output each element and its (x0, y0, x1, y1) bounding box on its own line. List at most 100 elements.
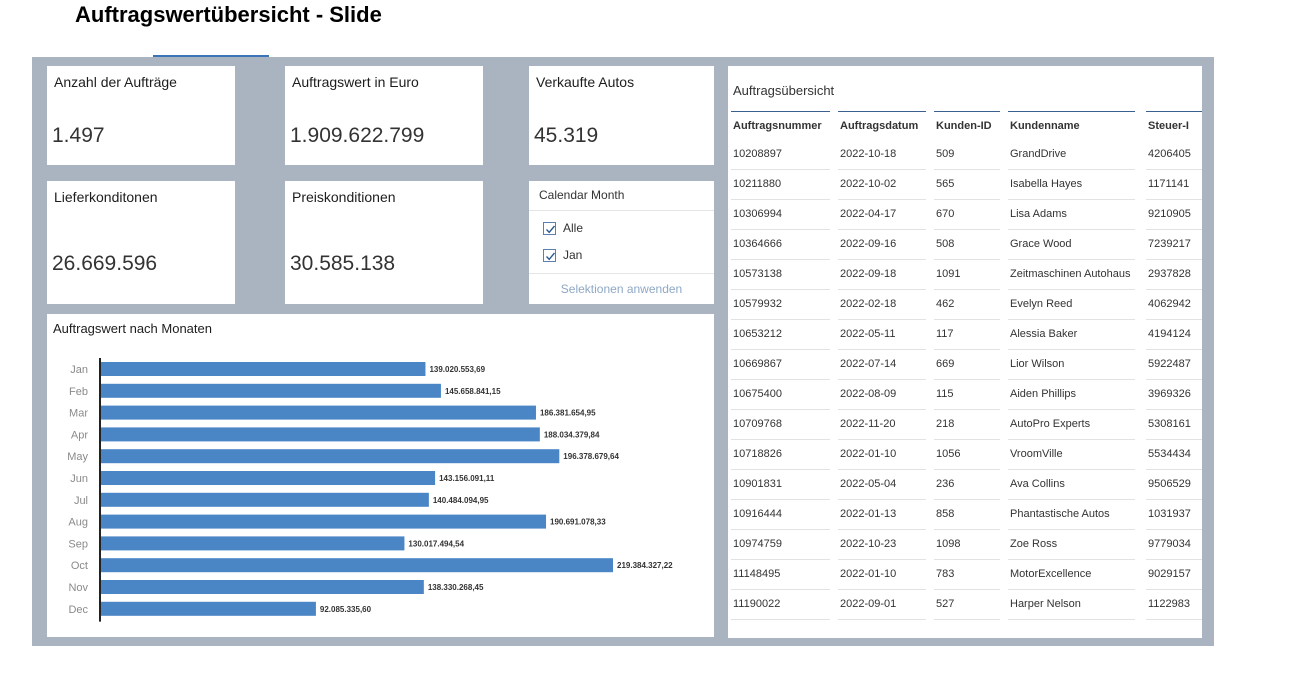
kpi-price-tile[interactable]: Preiskonditionen 30.585.138 (285, 181, 483, 304)
column-header[interactable]: Auftragsdatum (838, 111, 926, 136)
bar-aug[interactable] (101, 514, 547, 529)
table-cell: 10364666 (731, 230, 830, 260)
kpi-cars-sold-label: Verkaufte Autos (536, 74, 635, 90)
table-cell: 1171141 (1146, 170, 1202, 200)
table-cell: Harper Nelson (1008, 590, 1135, 620)
table-cell: Zoe Ross (1008, 530, 1135, 560)
table-cell: Grace Wood (1008, 230, 1135, 260)
table-row[interactable]: 10901831 2022-05-04 236 Ava Collins 9506529 (728, 470, 1202, 500)
calendar-month-filter[interactable]: Calendar Month Alle Jan Selektionen anwe… (529, 181, 714, 304)
bar-value-label: 145.658.841,15 (445, 387, 501, 396)
bar-feb[interactable] (101, 383, 441, 398)
table-row[interactable]: 10709768 2022-11-20 218 AutoPro Experts 5308… (728, 410, 1202, 440)
table-cell: Phantastische Autos (1008, 500, 1135, 530)
kpi-cars-sold-tile[interactable]: Verkaufte Autos 45.319 (529, 66, 714, 165)
apply-selections-button[interactable]: Selektionen anwenden (529, 282, 714, 296)
table-cell: Aiden Phillips (1008, 380, 1135, 410)
table-cell: 509 (934, 140, 1000, 170)
column-header[interactable]: Kundenname (1008, 111, 1135, 136)
category-label: Sep (68, 538, 88, 550)
bar-value-label: 140.484.094,95 (433, 496, 489, 505)
column-header[interactable]: Kunden-ID (934, 111, 1000, 136)
table-cell: 462 (934, 290, 1000, 320)
kpi-order-value-label: Auftragswert in Euro (292, 74, 419, 90)
filter-option-jan[interactable]: Jan (543, 248, 582, 262)
table-cell: 2022-04-17 (838, 200, 926, 230)
order-overview-table-tile[interactable]: Auftragsübersicht Auftragsnummer Auftrags… (728, 66, 1202, 638)
bar-jan[interactable] (101, 362, 426, 376)
bar-value-label: 143.156.091,11 (439, 474, 495, 483)
bar-nov[interactable] (101, 580, 424, 594)
bar-value-label: 92.085.335,60 (320, 605, 372, 614)
kpi-order-value-tile[interactable]: Auftragswert in Euro 1.909.622.799 (285, 66, 483, 165)
bar-apr[interactable] (101, 427, 540, 442)
bar-oct[interactable] (101, 558, 613, 573)
table-cell: VroomVille (1008, 440, 1135, 470)
table-cell: 2022-08-09 (838, 380, 926, 410)
bar-jun[interactable] (101, 471, 436, 485)
table-row[interactable]: 10208897 2022-10-18 509 GrandDrive 4206405 (728, 140, 1202, 170)
monthly-value-chart-tile[interactable]: Auftragswert nach Monaten Jan 139.020.553… (47, 314, 714, 637)
table-row[interactable]: 11190022 2022-09-01 527 Harper Nelson 112298… (728, 590, 1202, 620)
table-cell: 2022-01-13 (838, 500, 926, 530)
table-cell: 236 (934, 470, 1000, 500)
table-cell: Lior Wilson (1008, 350, 1135, 380)
filter-divider (529, 273, 714, 274)
bar-may[interactable] (101, 449, 560, 464)
table-cell: 1091 (934, 260, 1000, 290)
kpi-orders-value: 1.497 (52, 124, 105, 147)
kpi-cars-sold-value: 45.319 (534, 124, 599, 147)
filter-option-alle[interactable]: Alle (543, 221, 583, 235)
table-cell: 11148495 (731, 560, 830, 590)
kpi-order-value-value: 1.909.622.799 (290, 124, 425, 147)
table-row[interactable]: 10718826 2022-01-10 1056 VroomVille 5534434 (728, 440, 1202, 470)
table-row[interactable]: 10306994 2022-04-17 670 Lisa Adams 9210905 (728, 200, 1202, 230)
table-viewport[interactable]: Auftragsübersicht Auftragsnummer Auftrags… (728, 66, 1202, 638)
table-cell: 3969326 (1146, 380, 1202, 410)
table-cell: Evelyn Reed (1008, 290, 1135, 320)
story-page: Auftragswertübersicht - Slide Anzahl der… (0, 0, 1308, 677)
bar-value-label: 186.381.654,95 (540, 409, 596, 418)
kpi-delivery-value: 26.669.596 (52, 252, 158, 275)
table-row[interactable]: 10669867 2022-07-14 669 Lior Wilson 5922487 (728, 350, 1202, 380)
table-row[interactable]: 10916444 2022-01-13 858 Phantastische Autos… (728, 500, 1202, 530)
category-label: Mar (69, 408, 88, 420)
table-cell: 10669867 (731, 350, 830, 380)
table-cell: 10579932 (731, 290, 830, 320)
table-cell: Alessia Baker (1008, 320, 1135, 350)
table-cell: 2022-10-02 (838, 170, 926, 200)
table-title: Auftragsübersicht (733, 83, 835, 98)
table-cell: Isabella Hayes (1008, 170, 1135, 200)
table-cell: 4194124 (1146, 320, 1202, 350)
table-cell: 2022-09-18 (838, 260, 926, 290)
table-row[interactable]: 10364666 2022-09-16 508 Grace Wood 7239217 (728, 230, 1202, 260)
kpi-orders-tile[interactable]: Anzahl der Aufträge 1.497 (47, 66, 235, 165)
table-cell: 1098 (934, 530, 1000, 560)
category-label: Oct (71, 560, 88, 572)
table-cell: 2022-01-10 (838, 440, 926, 470)
table-row[interactable]: 10974759 2022-10-23 1098 Zoe Ross 9779034 (728, 530, 1202, 560)
table-row[interactable]: 10579932 2022-02-18 462 Evelyn Reed 4062942 (728, 290, 1202, 320)
table-row[interactable]: 10675400 2022-08-09 115 Aiden Phillips 39693… (728, 380, 1202, 410)
bar-jul[interactable] (101, 492, 429, 507)
bar-dec[interactable] (101, 601, 316, 616)
table-row[interactable]: 11148495 2022-01-10 783 MotorExcellence 9029… (728, 560, 1202, 590)
table-row[interactable]: 10653212 2022-05-11 117 Alessia Baker 419412… (728, 320, 1202, 350)
column-header[interactable]: Steuer-I (1146, 111, 1202, 136)
table-cell: 565 (934, 170, 1000, 200)
filter-divider (529, 210, 714, 211)
category-label: Dec (68, 604, 88, 616)
checkbox-checked-icon[interactable] (543, 248, 556, 262)
category-label: May (67, 451, 88, 463)
column-header[interactable]: Auftragsnummer (731, 111, 830, 136)
bar-sep[interactable] (101, 536, 405, 551)
table-cell: 2022-02-18 (838, 290, 926, 320)
kpi-delivery-tile[interactable]: Lieferkonditonen 26.669.596 (47, 181, 235, 304)
filter-option-label: Alle (563, 221, 584, 235)
checkbox-checked-icon[interactable] (543, 221, 556, 235)
table-row[interactable]: 10211880 2022-10-02 565 Isabella Hayes 11711… (728, 170, 1202, 200)
table-row[interactable]: 10573138 2022-09-18 1091 Zeitmaschinen Auto… (728, 260, 1202, 290)
table-cell: 2022-11-20 (838, 410, 926, 440)
bar-mar[interactable] (101, 405, 536, 420)
table-cell: 10974759 (731, 530, 830, 560)
